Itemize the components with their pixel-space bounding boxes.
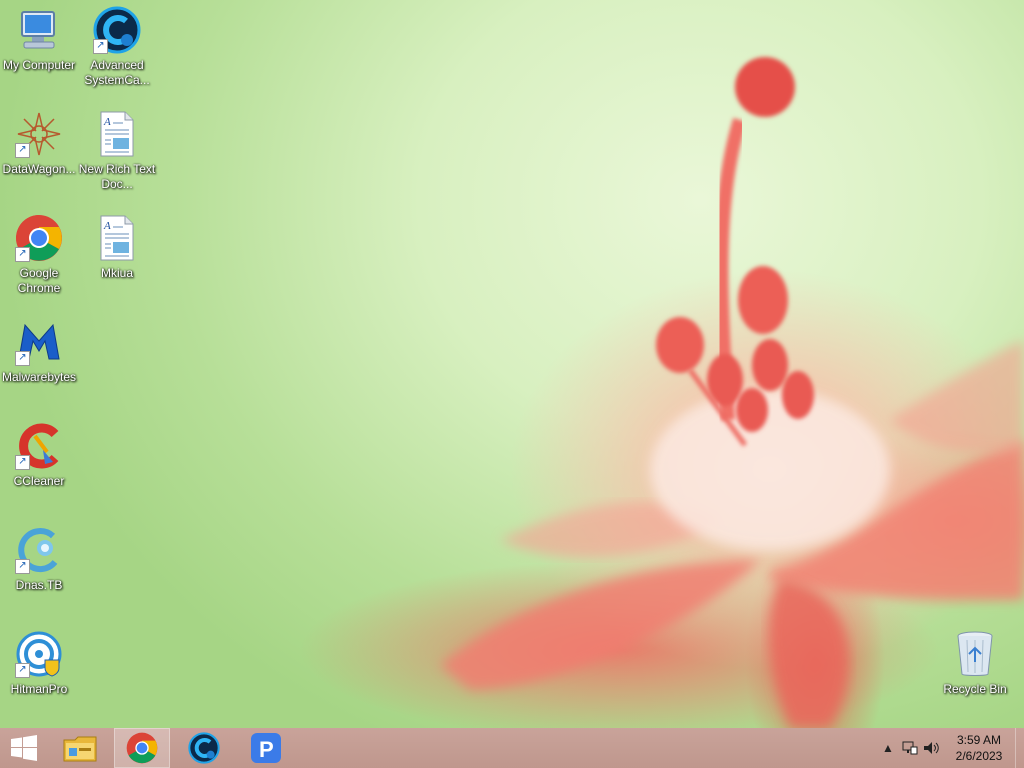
dnas-tb-icon: ↗: [15, 526, 63, 574]
shortcut-arrow-icon: ↗: [15, 559, 30, 574]
desktop-icon-dnas-tb[interactable]: ↗ Dnas.TB: [0, 526, 78, 593]
advanced-systemcare-icon: ↗: [93, 6, 141, 54]
desktop-icon-label: DataWagon...: [2, 162, 76, 176]
svg-text:A: A: [103, 116, 111, 128]
volume-icon[interactable]: [921, 728, 943, 768]
desktop-icon-google-chrome[interactable]: ↗ Google Chrome: [0, 214, 78, 296]
desktop-icon-label: CCleaner: [13, 474, 65, 488]
svg-text:A: A: [103, 220, 111, 232]
desktop-icon-label: Advanced SystemCa...: [84, 58, 150, 87]
chrome-icon: ↗: [15, 214, 63, 262]
taskbar-file-explorer[interactable]: [52, 728, 108, 768]
desktop-icon-label: Recycle Bin: [943, 682, 1007, 696]
ccleaner-icon: ↗: [15, 422, 63, 470]
start-button[interactable]: [0, 728, 48, 768]
computer-icon: [15, 6, 63, 54]
desktop-icon-label: Google Chrome: [17, 266, 61, 295]
desktop-icon-recycle-bin[interactable]: Recycle Bin: [936, 630, 1014, 697]
desktop-icon-advanced-systemcare[interactable]: ↗ Advanced SystemCa...: [78, 6, 156, 88]
clock[interactable]: 3:59 AM 2/6/2023: [943, 732, 1015, 764]
desktop-icon-label: New Rich Text Doc...: [78, 162, 156, 191]
file-explorer-icon: [63, 736, 97, 762]
show-hidden-icons-icon[interactable]: ▲: [877, 728, 899, 768]
desktop-icon-label: HitmanPro: [10, 682, 68, 696]
system-tray: ▲ 3:59 AM 2/6/2023: [877, 728, 1024, 768]
chrome-icon: [126, 732, 158, 764]
taskbar-advanced-systemcare[interactable]: [176, 728, 232, 768]
recycle-bin-icon: [951, 630, 999, 678]
shortcut-arrow-icon: ↗: [15, 351, 30, 366]
p-app-icon: P: [251, 733, 281, 763]
start-icon: [11, 735, 37, 761]
rich-text-document-icon: A: [93, 110, 141, 158]
taskbar: P ▲ 3:59 AM 2/6/2023: [0, 728, 1024, 768]
rich-text-document-icon: A: [93, 214, 141, 262]
desktop-icon-new-rich-text-doc[interactable]: A New Rich Text Doc...: [78, 110, 156, 192]
desktop-icon-label: My Computer: [2, 58, 76, 72]
malwarebytes-icon: ↗: [15, 318, 63, 366]
taskbar-p-app[interactable]: P: [238, 728, 294, 768]
show-desktop-button[interactable]: [1015, 728, 1024, 768]
svg-text:P: P: [259, 737, 274, 762]
taskbar-chrome[interactable]: [114, 728, 170, 768]
hitmanpro-icon: ↗: [15, 630, 63, 678]
clock-date: 2/6/2023: [955, 749, 1003, 763]
desktop-icon-malwarebytes[interactable]: ↗ Malwarebytes: [0, 318, 78, 385]
shortcut-arrow-icon: ↗: [15, 663, 30, 678]
desktop-icon-datawagon[interactable]: ↗ DataWagon...: [0, 110, 78, 177]
desktop-icon-hitmanpro[interactable]: ↗ HitmanPro: [0, 630, 78, 697]
advanced-systemcare-icon: [188, 732, 220, 764]
desktop-icon-mkiua[interactable]: A Mkiua: [78, 214, 156, 281]
network-icon[interactable]: [899, 728, 921, 768]
datawagon-icon: ↗: [15, 110, 63, 158]
shortcut-arrow-icon: ↗: [93, 39, 108, 54]
clock-time: 3:59 AM: [956, 733, 1002, 747]
shortcut-arrow-icon: ↗: [15, 143, 30, 158]
desktop-icon-label: Malwarebytes: [1, 370, 77, 384]
desktop-icon-ccleaner[interactable]: ↗ CCleaner: [0, 422, 78, 489]
desktop-icon-my-computer[interactable]: My Computer: [0, 6, 78, 73]
shortcut-arrow-icon: ↗: [15, 247, 30, 262]
desktop-icon-label: Dnas.TB: [15, 578, 63, 592]
shortcut-arrow-icon: ↗: [15, 455, 30, 470]
desktop-icon-label: Mkiua: [100, 266, 133, 280]
